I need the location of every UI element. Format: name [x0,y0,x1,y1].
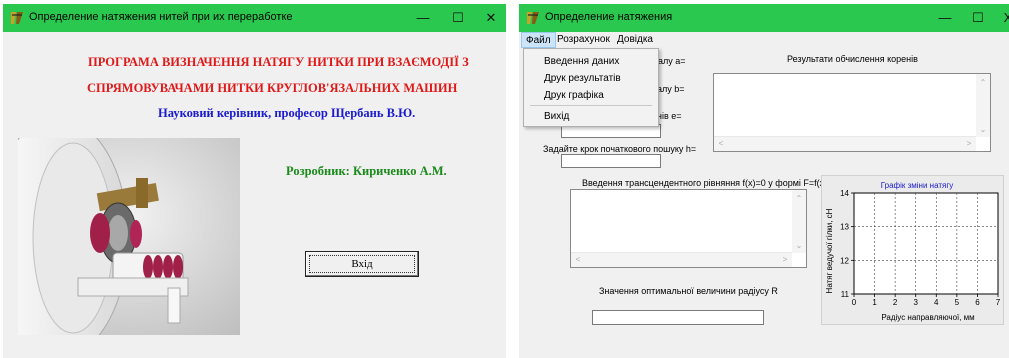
chart-plot-area: 0 1 2 3 4 5 6 711121314 [840,189,1001,307]
menu-bar: Файл Розрахунок Довідка [519,32,1009,48]
device-photo [18,138,240,335]
scroll-up-icon[interactable]: ⌃ [976,76,990,90]
chart-y-axis-label: Натяг ведучої гілки, сН [825,208,834,293]
menu-item-data-entry[interactable]: Введення даних [544,55,619,69]
scroll-right-icon[interactable]: > [778,253,792,267]
maximize-button[interactable]: ☐ [443,7,473,29]
label-b: алу b= [657,84,685,94]
file-dropdown-menu: Введення даних Друк результатів Друк гра… [523,48,659,127]
enter-button-label: Вхід [309,255,415,273]
scroll-right-icon[interactable]: > [962,137,976,151]
optimal-radius-label: Значення оптимальної величини радіусу R [599,286,778,296]
chart-x-tick-label: 6 [975,298,980,307]
supervisor-text: Науковий керівник, професор Щербань В.Ю. [158,106,416,120]
equation-hscroll[interactable]: < > [571,252,792,267]
maximize-button[interactable]: ☐ [963,7,993,29]
chart-x-tick-label: 3 [913,298,918,307]
optimal-radius-output [592,310,764,325]
scroll-left-icon[interactable]: < [571,253,585,267]
chart-frame [853,192,999,295]
minimize-button[interactable]: — [408,7,438,29]
equation-memo[interactable]: ⌃ ⌄ < > [570,189,807,268]
app-icon [11,12,23,24]
chart-title: Графік зміни натягу [881,181,954,190]
chart-x-tick-label: 4 [934,298,939,307]
chart-x-tick-label: 7 [996,298,1001,307]
enter-button[interactable]: Вхід [305,251,419,277]
label-h: Задайте крок початкового пошуку h= [543,144,697,154]
chart-y-tick-label: 12 [840,256,849,265]
equation-vscroll[interactable]: ⌃ ⌄ [792,190,806,253]
thread-guide-device-image [18,138,240,335]
menu-file[interactable]: Файл [521,32,556,48]
chart-y-tick-label: 14 [840,189,849,198]
developer-text: Розробник: Кириченко А.М. [286,164,447,178]
label-e: нів е= [657,111,682,121]
menu-item-print-results[interactable]: Друк результатів [544,72,621,86]
heading-line-2: СПРЯМОВУВАЧАМИ НИТКИ КРУГЛОВ'ЯЗАЛЬНИХ МА… [87,81,458,95]
results-label: Результати обчислення коренів [787,54,918,64]
chart-x-tick-label: 5 [955,298,960,307]
chart-x-tick-label: 2 [893,298,898,307]
step-input[interactable] [561,154,661,168]
menu-item-exit[interactable]: Вихід [544,110,569,124]
chart-x-tick-label: 1 [872,298,877,307]
intro-window-title: Определение натяжения нитей при их перер… [29,11,293,23]
chart-x-tick-label: 0 [852,298,857,307]
chart-panel: Графік зміни натягу Натяг ведучої гілки,… [821,175,1004,325]
close-button[interactable]: ✕ [476,7,506,29]
scroll-down-icon[interactable]: ⌄ [792,239,806,253]
heading-line-1: ПРОГРАМА ВИЗНАЧЕННЯ НАТЯГУ НИТКИ ПРИ ВЗА… [88,55,469,69]
results-vscroll[interactable]: ⌃ ⌄ [976,74,990,137]
scroll-up-icon[interactable]: ⌃ [792,192,806,206]
intro-window: Определение натяжения нитей при их перер… [3,4,506,358]
close-button[interactable]: X [993,7,1009,29]
chart-x-axis-label: Радіус направляючої, мм [881,313,974,322]
equation-label: Введення трансцендентного рівняння f(x)=… [582,178,828,188]
menu-help[interactable]: Довідка [613,32,657,48]
scroll-down-icon[interactable]: ⌄ [976,123,990,137]
chart-y-tick-label: 13 [840,223,849,232]
results-hscroll[interactable]: < > [714,136,976,151]
results-memo[interactable]: ⌃ ⌄ < > [713,73,991,152]
chart-y-tick-label: 11 [841,290,850,299]
calc-window: Определение натяжения — ☐ X Файл Розраху… [519,4,1009,358]
menu-item-print-chart[interactable]: Друк графіка [544,89,604,103]
calc-window-title: Определение натяжения [545,11,673,23]
tension-chart: Графік зміни натягу Натяг ведучої гілки,… [825,181,1001,322]
calc-titlebar[interactable]: Определение натяжения — ☐ X [519,4,1009,32]
label-a: алу а= [658,56,686,66]
scroll-left-icon[interactable]: < [714,137,728,151]
menu-calculation[interactable]: Розрахунок [553,32,614,48]
app-icon [527,12,539,24]
minimize-button[interactable]: — [930,7,960,29]
intro-titlebar[interactable]: Определение натяжения нитей при их перер… [3,4,506,32]
menu-separator [530,105,652,106]
